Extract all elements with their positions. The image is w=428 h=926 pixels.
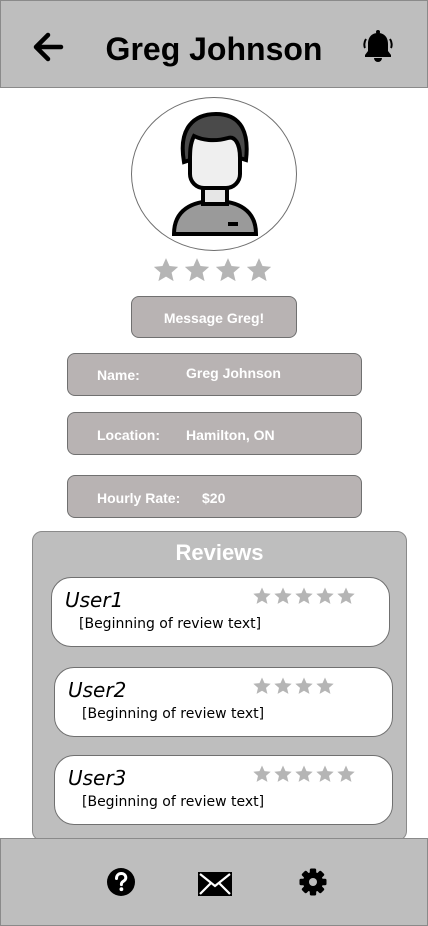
- location-label: Location:: [97, 427, 160, 443]
- settings-icon[interactable]: [299, 868, 327, 901]
- star-icon: [273, 764, 293, 784]
- bottom-bar: [0, 838, 428, 926]
- review-user: User1: [65, 588, 124, 612]
- reviews-panel: Reviews User1 [Beginning of review text]…: [32, 531, 407, 841]
- review-card-2[interactable]: User2 [Beginning of review text]: [54, 667, 393, 737]
- help-icon[interactable]: [106, 867, 136, 902]
- profile-rating: [152, 256, 278, 286]
- location-value: Hamilton, ON: [186, 427, 275, 443]
- star-icon: [336, 586, 356, 606]
- hourly-rate-label: Hourly Rate:: [97, 490, 181, 506]
- star-icon: [252, 764, 272, 784]
- review-user: User2: [68, 678, 127, 702]
- message-button[interactable]: Message Greg!: [131, 296, 297, 338]
- review-user: User3: [68, 766, 127, 790]
- top-bar: Greg Johnson: [0, 0, 428, 88]
- review-card-1[interactable]: User1 [Beginning of review text]: [51, 577, 390, 647]
- star-icon: [294, 676, 314, 696]
- star-icon: [252, 586, 272, 606]
- star-icon: [336, 764, 356, 784]
- star-icon: [315, 764, 335, 784]
- star-icon: [152, 256, 180, 284]
- star-icon: [315, 676, 335, 696]
- review-rating: [252, 676, 335, 696]
- location-field: Location: Hamilton, ON: [67, 412, 362, 455]
- star-icon: [294, 764, 314, 784]
- star-icon: [294, 586, 314, 606]
- star-icon: [183, 256, 211, 284]
- review-rating: [252, 764, 356, 784]
- review-card-3[interactable]: User3 [Beginning of review text]: [54, 755, 393, 825]
- reviews-title: Reviews: [175, 540, 264, 565]
- name-label: Name:: [97, 367, 140, 383]
- star-icon: [245, 256, 273, 284]
- bell-icon[interactable]: [361, 29, 395, 65]
- review-text: [Beginning of review text]: [79, 616, 262, 632]
- name-value: Greg Johnson: [186, 365, 281, 381]
- star-icon: [273, 586, 293, 606]
- hourly-rate-field: Hourly Rate: $20: [67, 475, 362, 518]
- mail-icon[interactable]: [197, 871, 233, 902]
- star-icon: [315, 586, 335, 606]
- review-text: [Beginning of review text]: [82, 706, 265, 722]
- star-icon: [273, 676, 293, 696]
- name-field: Name: Greg Johnson: [67, 353, 362, 396]
- review-text: [Beginning of review text]: [82, 794, 265, 810]
- hourly-rate-value: $20: [202, 490, 226, 506]
- star-icon: [214, 256, 242, 284]
- avatar: [131, 97, 297, 251]
- star-icon: [252, 676, 272, 696]
- review-rating: [252, 586, 356, 606]
